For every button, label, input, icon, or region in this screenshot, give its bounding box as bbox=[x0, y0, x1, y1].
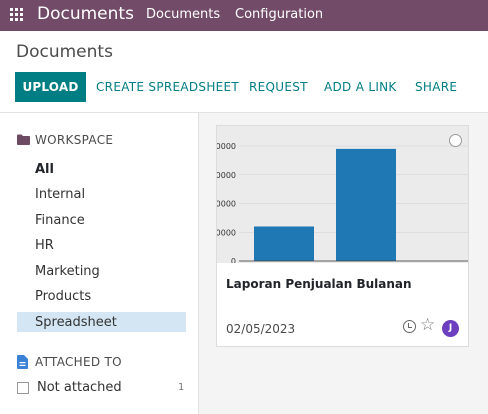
not-attached-label[interactable]: Not attached bbox=[37, 380, 122, 395]
sidebar-item-internal[interactable]: Internal bbox=[35, 187, 85, 202]
workspace-title: WORKSPACE bbox=[35, 133, 114, 147]
avatar[interactable]: J bbox=[442, 320, 459, 337]
y-tick-label: 0000 bbox=[217, 200, 236, 209]
folder-icon bbox=[17, 134, 30, 145]
create-spreadsheet-button[interactable]: CREATE SPREADSHEET bbox=[96, 80, 239, 94]
menu-documents[interactable]: Documents bbox=[146, 7, 220, 22]
add-link-button[interactable]: ADD A LINK bbox=[324, 80, 397, 94]
sidebar-item-hr[interactable]: HR bbox=[35, 238, 54, 253]
select-circle[interactable] bbox=[449, 134, 462, 147]
upload-button[interactable]: UPLOAD bbox=[15, 72, 86, 102]
attached-to-title: ATTACHED TO bbox=[35, 355, 122, 369]
sidebar-item-spreadsheet[interactable]: Spreadsheet bbox=[35, 315, 117, 330]
y-tick-label: 0000 bbox=[217, 142, 236, 151]
document-icon bbox=[17, 355, 28, 369]
document-date: 02/05/2023 bbox=[226, 322, 296, 336]
request-button[interactable]: REQUEST bbox=[249, 80, 308, 94]
document-thumbnail[interactable]: 0 0000 0000 0000 0000 bbox=[217, 126, 468, 263]
clock-icon[interactable] bbox=[403, 320, 416, 333]
y-tick-label: 0000 bbox=[217, 228, 236, 237]
document-name[interactable]: Laporan Penjualan Bulanan bbox=[226, 277, 412, 291]
share-button[interactable]: SHARE bbox=[415, 80, 457, 94]
y-tick-label: 0 bbox=[231, 257, 236, 263]
not-attached-count: 1 bbox=[178, 382, 185, 393]
top-navbar: Documents Documents Configuration bbox=[0, 0, 488, 31]
spreadsheet-chart: 00000000000000000 bbox=[217, 126, 468, 263]
star-icon[interactable]: ☆ bbox=[420, 315, 435, 335]
y-tick-label: 0000 bbox=[217, 171, 236, 180]
sidebar-item-finance[interactable]: Finance bbox=[35, 213, 85, 228]
chart-bar bbox=[336, 148, 396, 261]
menu-configuration[interactable]: Configuration bbox=[235, 7, 323, 22]
apps-menu-icon[interactable] bbox=[10, 8, 24, 22]
sidebar-item-marketing[interactable]: Marketing bbox=[35, 264, 100, 279]
app-title[interactable]: Documents bbox=[37, 4, 134, 24]
document-card[interactable]: 0 0000 0000 0000 0000 Laporan Penjualan Bula… bbox=[216, 125, 469, 347]
page-title: Documents bbox=[16, 42, 113, 62]
not-attached-checkbox[interactable] bbox=[17, 382, 29, 394]
chart-bar bbox=[254, 226, 314, 261]
sidebar-item-all[interactable]: All bbox=[35, 162, 54, 177]
sidebar-item-products[interactable]: Products bbox=[35, 289, 91, 304]
